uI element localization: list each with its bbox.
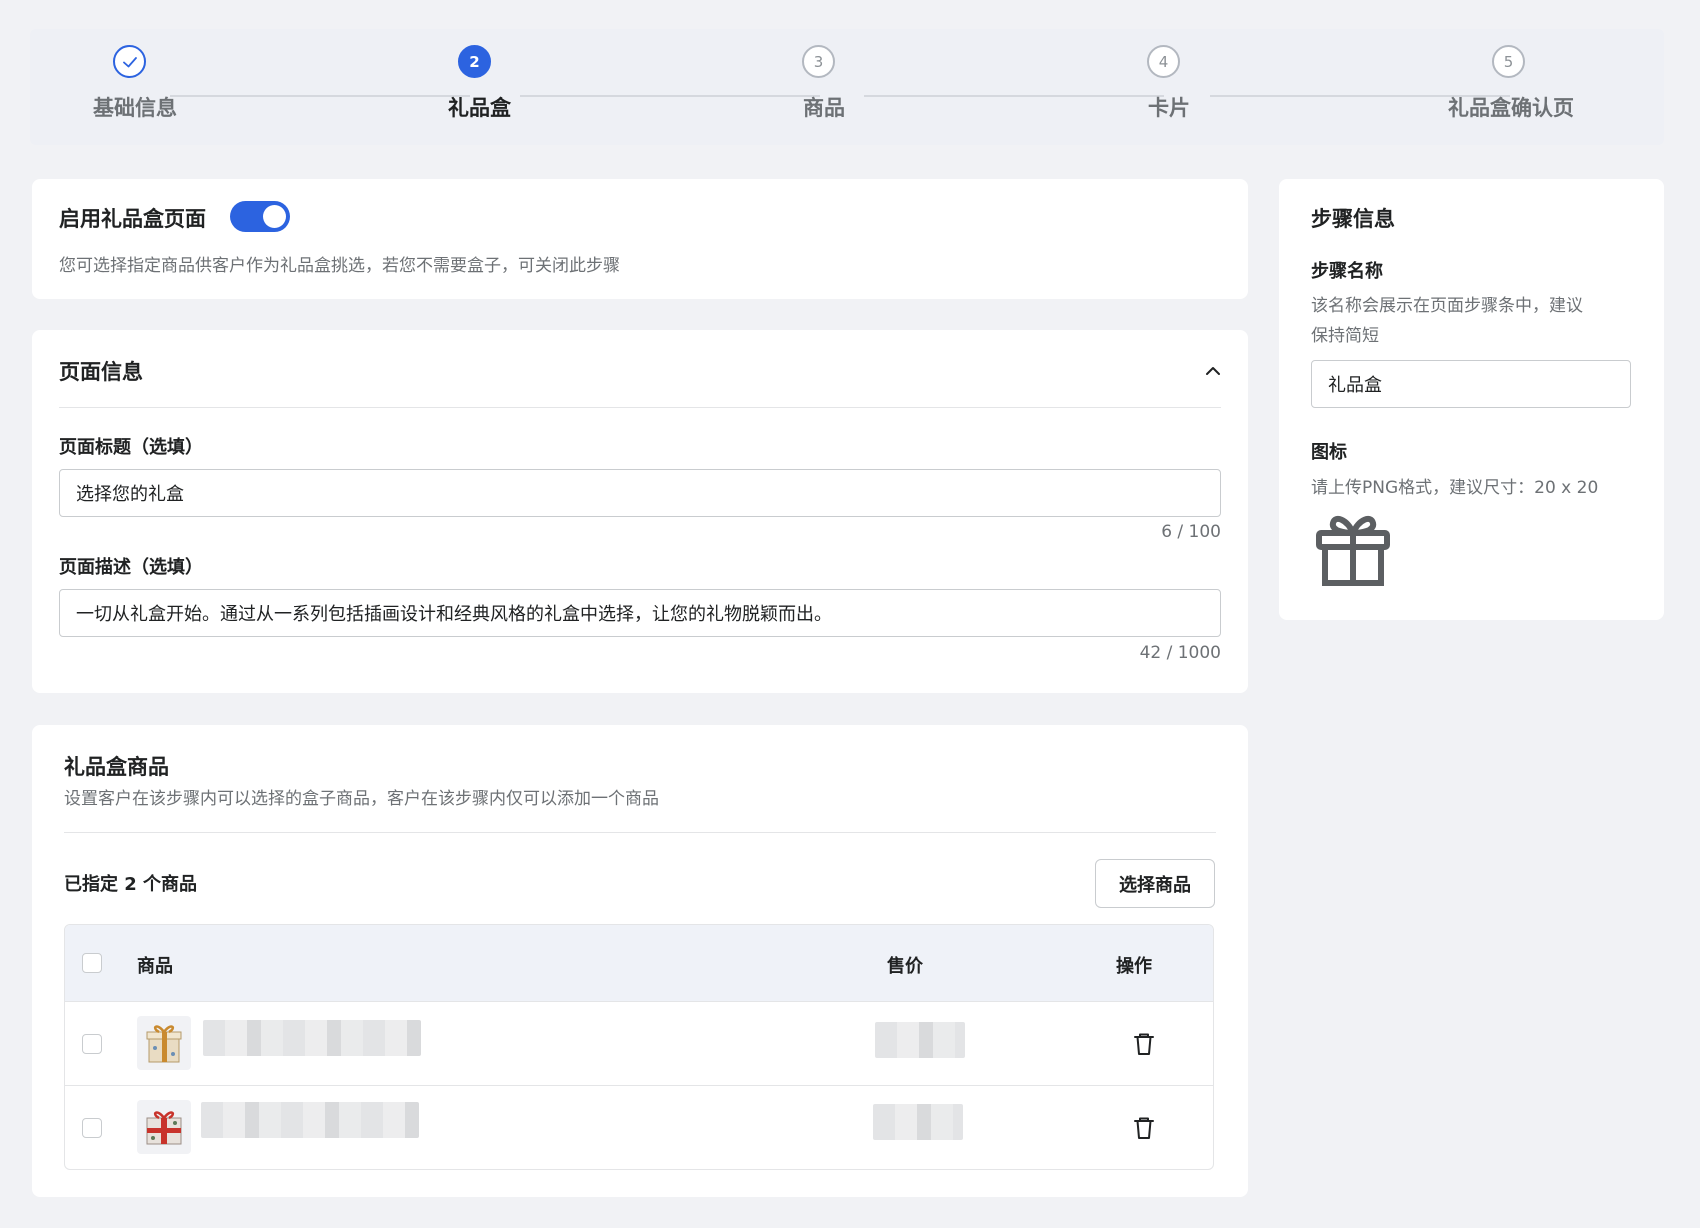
select-all-checkbox[interactable] — [82, 953, 102, 973]
delete-trash-icon[interactable] — [1128, 1112, 1160, 1144]
step-4-label[interactable]: 卡片 — [1148, 92, 1190, 122]
page-desc-counter: 42 / 1000 — [1139, 643, 1221, 663]
step-info-title: 步骤信息 — [1311, 207, 1395, 231]
step-name-label: 步骤名称 — [1311, 261, 1383, 282]
product-thumbnail — [137, 1100, 191, 1154]
page-title-value: 选择您的礼盒 — [76, 484, 184, 505]
step-3-label[interactable]: 商品 — [803, 92, 845, 122]
product-name-redacted — [203, 1020, 421, 1056]
table-row[interactable] — [65, 1002, 1213, 1086]
step-1-check-icon[interactable] — [113, 45, 146, 78]
check-icon — [122, 56, 137, 67]
step-5-label[interactable]: 礼品盒确认页 — [1448, 92, 1574, 122]
selected-count-text: 已指定 2 个商品 — [64, 874, 198, 895]
gift-box-image-icon — [146, 1025, 182, 1063]
step-2-circle[interactable]: 2 — [458, 45, 491, 78]
toggle-knob — [263, 205, 286, 228]
icon-label: 图标 — [1311, 442, 1347, 463]
chevron-up-icon[interactable] — [1204, 362, 1222, 380]
section-divider — [59, 407, 1221, 408]
page-desc-input[interactable]: 一切从礼盒开始。通过从一系列包括插画设计和经典风格的礼盒中选择，让您的礼物脱颖而… — [59, 589, 1221, 637]
section-divider — [64, 832, 1216, 833]
page-title-input[interactable]: 选择您的礼盒 — [59, 469, 1221, 517]
column-header-action: 操作 — [1116, 956, 1152, 977]
column-header-product: 商品 — [137, 956, 173, 977]
product-price-redacted — [875, 1022, 965, 1058]
step-name-value: 礼品盒 — [1328, 375, 1382, 396]
page-info-title: 页面信息 — [59, 360, 143, 384]
progress-stepper — [30, 29, 1664, 145]
enable-giftbox-description: 您可选择指定商品供客户作为礼品盒挑选，若您不需要盒子，可关闭此步骤 — [59, 256, 620, 276]
icon-help-text: 请上传PNG格式，建议尺寸：20 x 20 — [1311, 478, 1599, 498]
enable-giftbox-toggle[interactable] — [230, 201, 290, 232]
step-connector — [170, 95, 470, 97]
product-name-redacted — [201, 1102, 419, 1138]
page-title-label: 页面标题（选填） — [59, 437, 203, 458]
row-checkbox[interactable] — [82, 1034, 102, 1054]
product-price-redacted — [873, 1104, 963, 1140]
table-row[interactable] — [65, 1086, 1213, 1169]
step-name-help-line2: 保持简短 — [1311, 326, 1379, 346]
product-thumbnail — [137, 1016, 191, 1070]
step-info-card: 步骤信息 步骤名称 该名称会展示在页面步骤条中，建议 保持简短 礼品盒 图标 请… — [1279, 179, 1664, 620]
page-info-card: 页面信息 页面标题（选填） 选择您的礼盒 6 / 100 页面描述（选填） 一切… — [32, 330, 1248, 693]
step-name-help-line1: 该名称会展示在页面步骤条中，建议 — [1311, 296, 1583, 316]
column-header-price: 售价 — [887, 956, 923, 977]
step-5-circle[interactable]: 5 — [1492, 45, 1525, 78]
enable-giftbox-title: 启用礼品盒页面 — [59, 207, 206, 231]
step-3-circle[interactable]: 3 — [802, 45, 835, 78]
giftbox-products-title: 礼品盒商品 — [64, 755, 169, 779]
step-2-label[interactable]: 礼品盒 — [448, 92, 511, 122]
step-connector — [520, 95, 820, 97]
row-checkbox[interactable] — [82, 1118, 102, 1138]
delete-trash-icon[interactable] — [1128, 1028, 1160, 1060]
page-desc-label: 页面描述（选填） — [59, 557, 203, 578]
page-desc-value: 一切从礼盒开始。通过从一系列包括插画设计和经典风格的礼盒中选择，让您的礼物脱颖而… — [76, 604, 832, 625]
step-name-input[interactable]: 礼品盒 — [1311, 360, 1631, 408]
step-connector — [864, 95, 1164, 97]
gift-box-image-icon — [146, 1111, 182, 1145]
step-4-circle[interactable]: 4 — [1147, 45, 1180, 78]
giftbox-products-description: 设置客户在该步骤内可以选择的盒子商品，客户在该步骤内仅可以添加一个商品 — [64, 789, 659, 809]
page-title-counter: 6 / 100 — [1161, 522, 1221, 542]
enable-giftbox-card: 启用礼品盒页面 您可选择指定商品供客户作为礼品盒挑选，若您不需要盒子，可关闭此步… — [32, 179, 1248, 299]
select-products-button[interactable]: 选择商品 — [1095, 859, 1215, 908]
step-1-label[interactable]: 基础信息 — [93, 92, 177, 122]
products-table: 商品 售价 操作 — [64, 924, 1214, 1170]
table-header: 商品 售价 操作 — [65, 925, 1213, 1002]
gift-icon[interactable] — [1313, 509, 1393, 589]
